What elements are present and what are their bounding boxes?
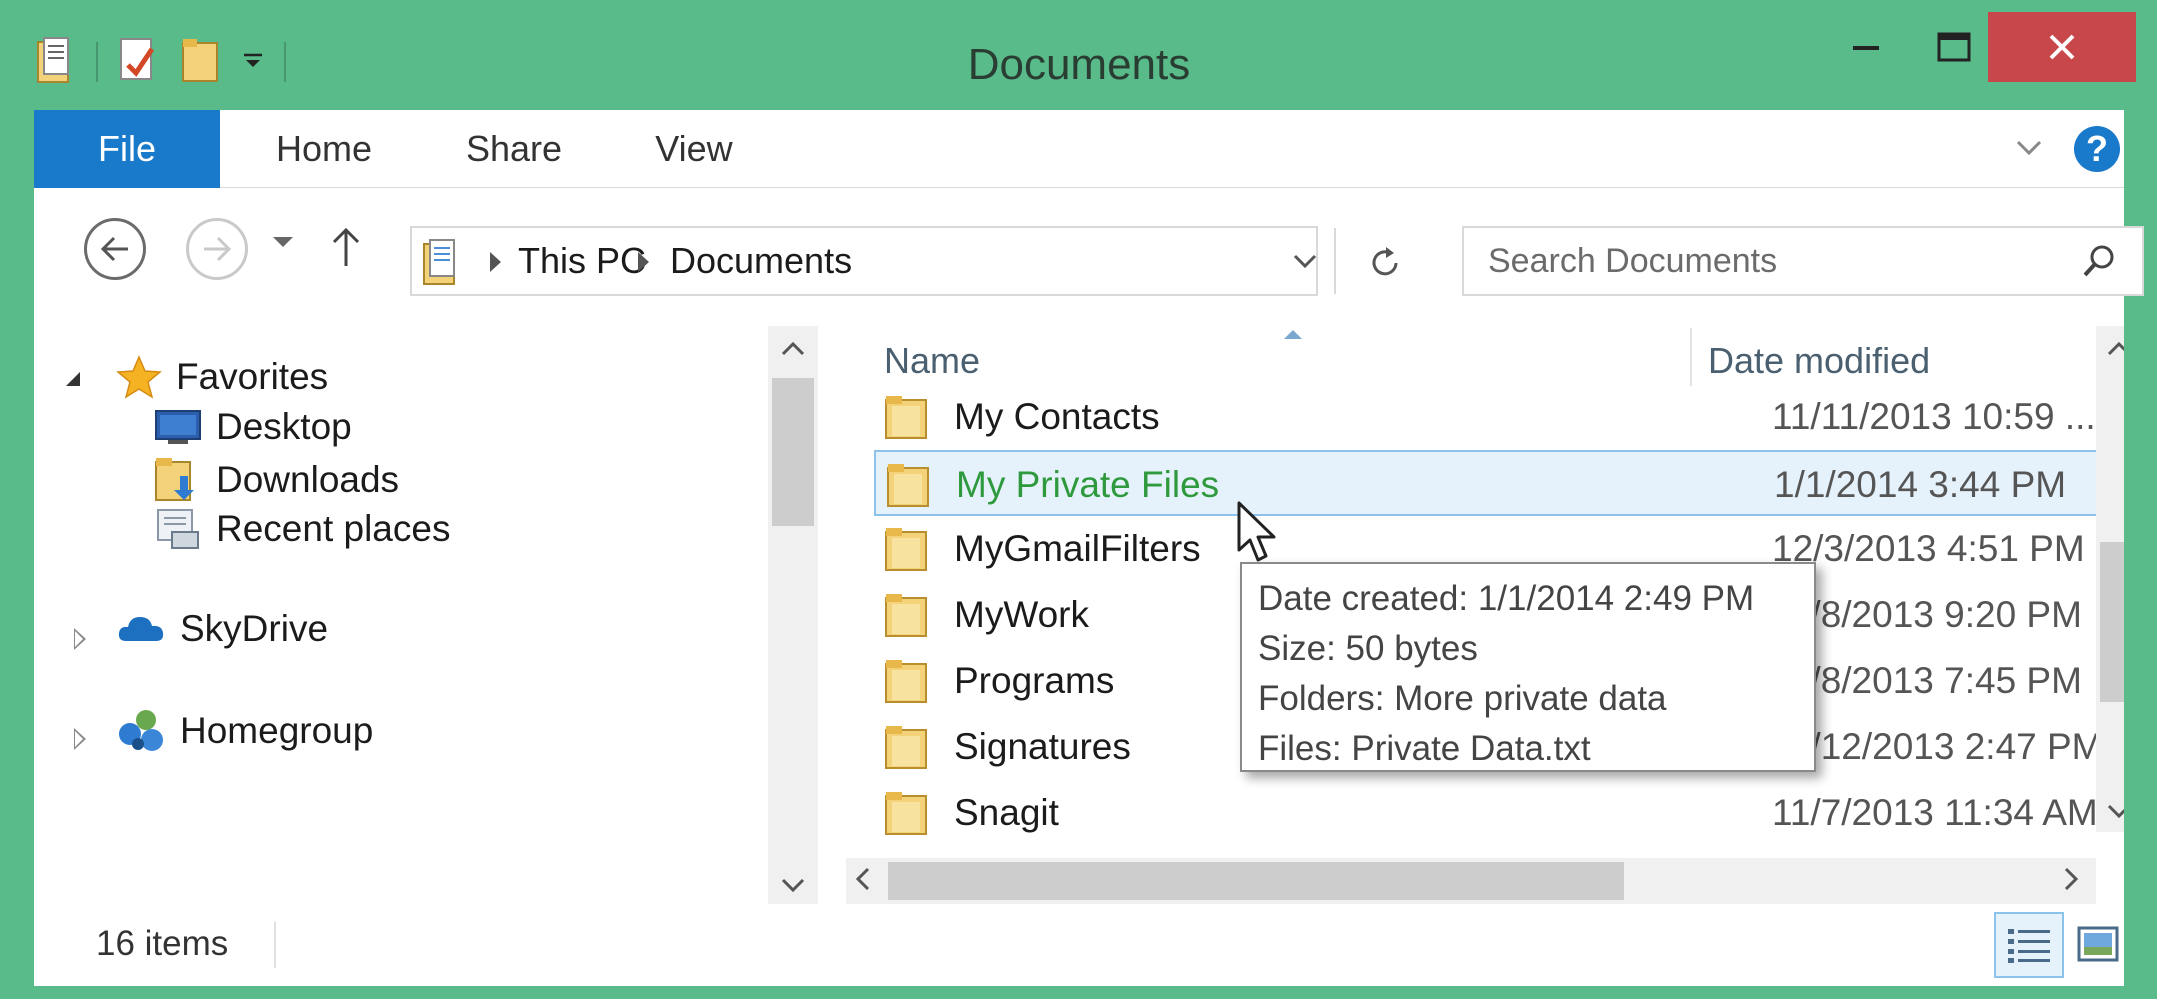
up-arrow-icon[interactable] (330, 226, 362, 273)
mouse-pointer-icon (1236, 500, 1280, 571)
column-header-date-modified[interactable]: Date modified (1708, 340, 1930, 382)
status-divider (274, 922, 276, 968)
expand-ribbon-chevron-icon[interactable] (2012, 130, 2046, 169)
back-button[interactable] (84, 218, 146, 280)
large-icons-view-button[interactable] (2074, 918, 2122, 970)
forward-arrow-icon (204, 236, 232, 262)
address-divider (1334, 228, 1336, 294)
tab-view[interactable]: View (624, 110, 764, 188)
folder-icon (886, 460, 934, 515)
scroll-right-arrow-icon[interactable] (2062, 866, 2080, 898)
maximize-button[interactable] (1914, 12, 1994, 82)
documents-folder-icon (422, 238, 464, 291)
folder-icon (884, 392, 932, 447)
details-view-button[interactable] (1994, 912, 2064, 978)
file-list-horizontal-scrollbar[interactable] (846, 858, 2096, 904)
file-date-modified: 11/12/2013 2:47 PM (1772, 726, 2103, 767)
breadcrumb-this-pc[interactable]: This PC (518, 240, 646, 282)
file-name: Snagit (954, 792, 1059, 833)
details-view-icon (2008, 929, 2050, 963)
window-title: Documents (967, 40, 1191, 89)
explorer-window: Documents File Home Share View ? This PC… (14, 12, 2144, 987)
sort-ascending-icon (1284, 330, 1302, 339)
file-name: MyGmailFilters (954, 528, 1201, 569)
tooltip-date-created: Date created: 1/1/2014 2:49 PM (1258, 579, 1755, 618)
status-bar: 16 items (34, 904, 2124, 986)
item-count: 16 items (96, 924, 229, 963)
breadcrumb-documents[interactable]: Documents (670, 240, 852, 282)
folder-icon (884, 656, 932, 711)
minimize-button[interactable] (1826, 12, 1906, 82)
navigation-bar: This PC Documents (34, 188, 2144, 310)
refresh-icon[interactable] (1366, 244, 1404, 287)
scroll-down-arrow-icon[interactable] (2106, 796, 2124, 826)
folder-icon (884, 722, 932, 777)
tab-file[interactable]: File (34, 110, 220, 188)
tooltip-folders: Folders: More private data (1258, 679, 1667, 718)
minimize-icon (1853, 46, 1879, 50)
close-button[interactable] (1988, 12, 2136, 82)
column-divider[interactable] (1690, 328, 1692, 386)
search-box[interactable] (1462, 226, 2144, 296)
file-date-modified: 11/11/2013 10:59 ... (1772, 396, 2096, 437)
tab-share[interactable]: Share (434, 110, 594, 188)
scrollbar-thumb[interactable] (2100, 542, 2124, 702)
title-bar: Documents (14, 12, 2144, 110)
tooltip-files: Files: Private Data.txt (1258, 729, 1591, 768)
breadcrumb-arrow-icon[interactable] (638, 252, 649, 272)
file-row[interactable]: Snagit 11/7/2013 11:34 AM (874, 780, 2106, 846)
file-name: Programs (954, 660, 1115, 701)
maximize-icon (1937, 32, 1971, 62)
folder-icon (884, 788, 932, 843)
file-name: My Private Files (956, 464, 1220, 505)
file-name: Signatures (954, 726, 1131, 767)
search-icon[interactable] (2080, 242, 2118, 285)
breadcrumb-arrow-icon[interactable] (490, 252, 501, 272)
tooltip-size: Size: 50 bytes (1258, 629, 1478, 668)
file-row[interactable]: My Contacts 11/11/2013 10:59 ... (874, 384, 2106, 450)
file-date-modified: 11/8/2013 9:20 PM (1772, 594, 2082, 635)
file-row-selected[interactable]: My Private Files 1/1/2014 3:44 PM (874, 450, 2106, 516)
file-date-modified: 1/1/2014 3:44 PM (1774, 464, 2067, 505)
file-name: MyWork (954, 594, 1089, 635)
column-header-name[interactable]: Name (884, 340, 980, 382)
search-input[interactable] (1488, 242, 2048, 281)
ribbon-tabs: File Home Share View ? (34, 110, 2124, 188)
folder-info-tooltip: Date created: 1/1/2014 2:49 PM Size: 50 … (1240, 562, 1816, 772)
scroll-left-arrow-icon[interactable] (854, 866, 872, 898)
file-date-modified: 12/3/2013 4:51 PM (1772, 528, 2085, 569)
scroll-up-arrow-icon[interactable] (2106, 334, 2124, 364)
back-arrow-icon (100, 236, 128, 262)
address-bar[interactable]: This PC Documents (410, 226, 1398, 296)
tab-home[interactable]: Home (244, 110, 404, 188)
help-icon[interactable]: ? (2074, 126, 2120, 172)
large-icons-view-icon (2077, 926, 2119, 962)
address-history-chevron-icon[interactable] (1292, 250, 1318, 277)
recent-locations-dropdown-icon[interactable] (270, 234, 296, 255)
file-date-modified: 11/7/2013 11:34 AM (1772, 792, 2098, 833)
file-name: My Contacts (954, 396, 1160, 437)
folder-icon (884, 590, 932, 645)
folder-icon (884, 524, 932, 579)
scrollbar-thumb[interactable] (888, 862, 1624, 900)
file-date-modified: 11/8/2013 7:45 PM (1772, 660, 2082, 701)
file-list-vertical-scrollbar[interactable] (2096, 326, 2124, 832)
forward-button[interactable] (186, 218, 248, 280)
close-icon (2049, 34, 2075, 60)
